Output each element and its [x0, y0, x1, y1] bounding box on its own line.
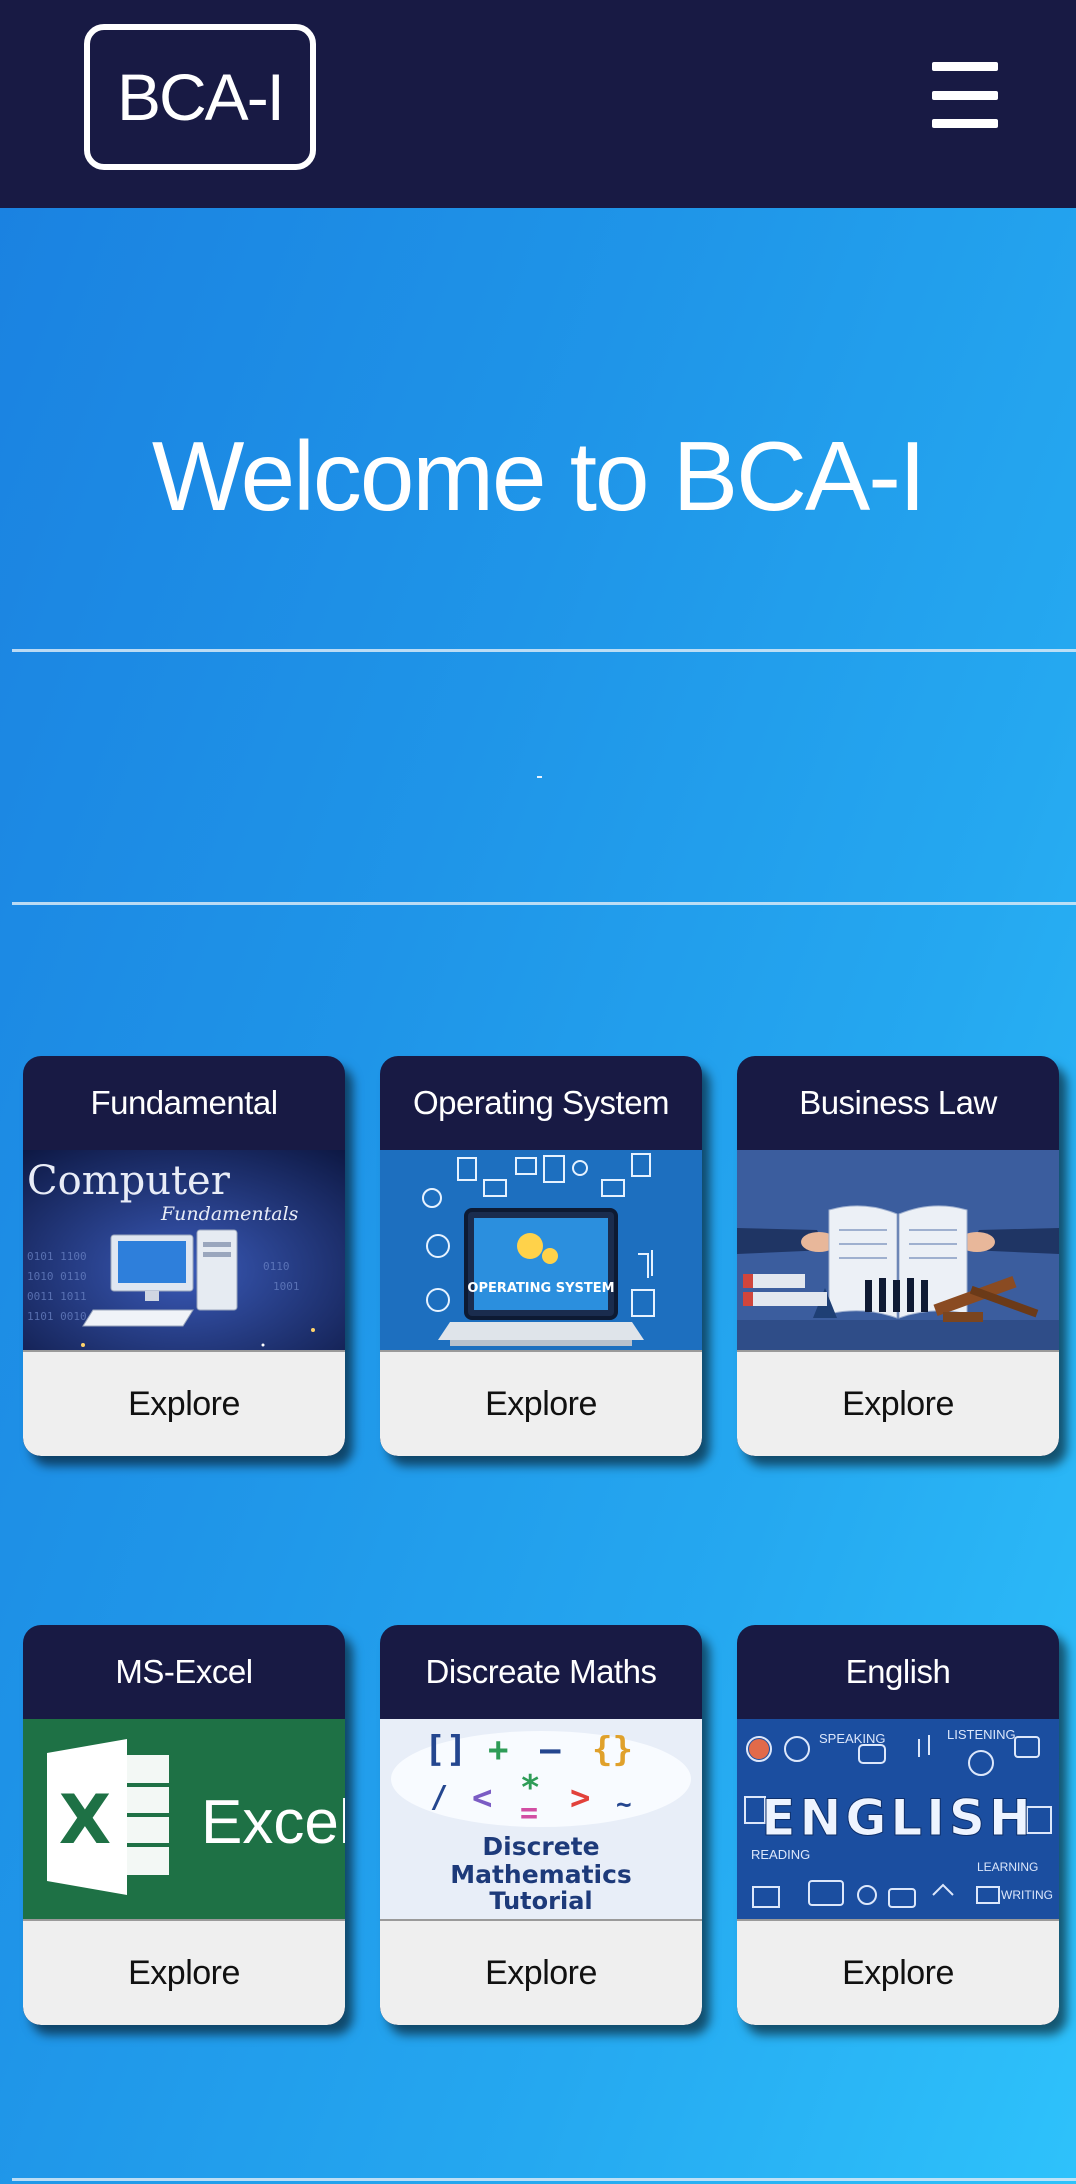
svg-text:1010 0110: 1010 0110 — [27, 1270, 87, 1283]
subject-card-business-law: Business Law Explore — [737, 1056, 1059, 1456]
divider — [12, 902, 1076, 905]
svg-text:Excel: Excel — [201, 1788, 345, 1857]
business-law-image — [737, 1150, 1059, 1350]
svg-text:~: ~ — [616, 1790, 632, 1820]
computer-fundamentals-image: 0101 1100 1010 0110 0011 1011 1101 0010 01… — [23, 1150, 345, 1350]
svg-text:Computer: Computer — [27, 1158, 231, 1204]
excel-logo-image: X Excel — [23, 1719, 345, 1919]
hamburger-menu-icon[interactable] — [932, 62, 998, 128]
subject-card-operating-system: Operating System OPERATING SYSTEM Explor… — [380, 1056, 702, 1456]
svg-text:WRITING: WRITING — [1001, 1888, 1053, 1902]
svg-text:LEARNING: LEARNING — [977, 1860, 1038, 1874]
svg-text:Tutorial: Tutorial — [489, 1887, 592, 1915]
svg-text:=: = — [520, 1796, 538, 1831]
svg-text:Discrete: Discrete — [482, 1832, 599, 1861]
svg-text:+: + — [488, 1730, 508, 1770]
svg-text:SPEAKING: SPEAKING — [819, 1731, 885, 1746]
card-title: English — [845, 1653, 951, 1690]
svg-text:0011 1011: 0011 1011 — [27, 1290, 87, 1303]
svg-text:X: X — [59, 1781, 111, 1860]
divider — [12, 2178, 1076, 2181]
hero-title: Welcome to BCA-I — [151, 421, 926, 531]
subject-card-ms-excel: MS-Excel X Excel Explore — [23, 1625, 345, 2025]
svg-text:0101 1100: 0101 1100 — [27, 1250, 87, 1263]
svg-text:–: – — [540, 1730, 561, 1770]
subject-card-fundamental: Fundamental 0101 1100 1010 0110 0011 1011… — [23, 1056, 345, 1456]
svg-text:Mathematics: Mathematics — [450, 1860, 632, 1889]
svg-text:OPERATING SYSTEM: OPERATING SYSTEM — [467, 1281, 614, 1296]
svg-text:>: > — [570, 1778, 590, 1818]
explore-button[interactable]: Explore — [23, 1350, 345, 1456]
card-title: MS-Excel — [115, 1653, 253, 1690]
explore-button[interactable]: Explore — [737, 1350, 1059, 1456]
card-title: Discreate Maths — [425, 1653, 657, 1690]
svg-text:0110: 0110 — [263, 1260, 290, 1273]
svg-text:READING: READING — [751, 1847, 810, 1862]
english-image: SPEAKING LISTENING READING LEARNING WRIT… — [737, 1719, 1059, 1919]
svg-text:ENGLISH: ENGLISH — [761, 1789, 1034, 1847]
svg-text:{}: {} — [592, 1730, 633, 1770]
svg-text:Fundamentals: Fundamentals — [160, 1203, 299, 1225]
discrete-mathematics-image: [] + – {} / < * = > ~ Discrete Mathemati… — [380, 1719, 702, 1919]
svg-text:/: / — [430, 1780, 448, 1815]
explore-button[interactable]: Explore — [380, 1350, 702, 1456]
decorative-dot — [537, 776, 542, 778]
top-navbar: BCA-I — [0, 0, 1076, 208]
divider — [12, 649, 1076, 652]
explore-button[interactable]: Explore — [737, 1919, 1059, 2025]
svg-text:<: < — [472, 1778, 492, 1818]
card-title: Operating System — [412, 1084, 670, 1121]
svg-text:1101 0010: 1101 0010 — [27, 1310, 87, 1323]
svg-text:[]: [] — [424, 1729, 467, 1770]
card-title: Business Law — [799, 1084, 997, 1121]
svg-text:1001: 1001 — [273, 1280, 300, 1293]
explore-button[interactable]: Explore — [23, 1919, 345, 2025]
card-title: Fundamental — [90, 1084, 278, 1121]
operating-system-image: OPERATING SYSTEM — [380, 1150, 702, 1350]
subject-card-discrete-maths: Discreate Maths [] + – {} / < * = > ~ Di… — [380, 1625, 702, 2025]
svg-text:LISTENING: LISTENING — [947, 1727, 1016, 1742]
explore-button[interactable]: Explore — [380, 1919, 702, 2025]
subject-card-english: English SPEAKING LISTENING READING LEARN… — [737, 1625, 1059, 2025]
brand-logo[interactable]: BCA-I — [84, 24, 316, 170]
